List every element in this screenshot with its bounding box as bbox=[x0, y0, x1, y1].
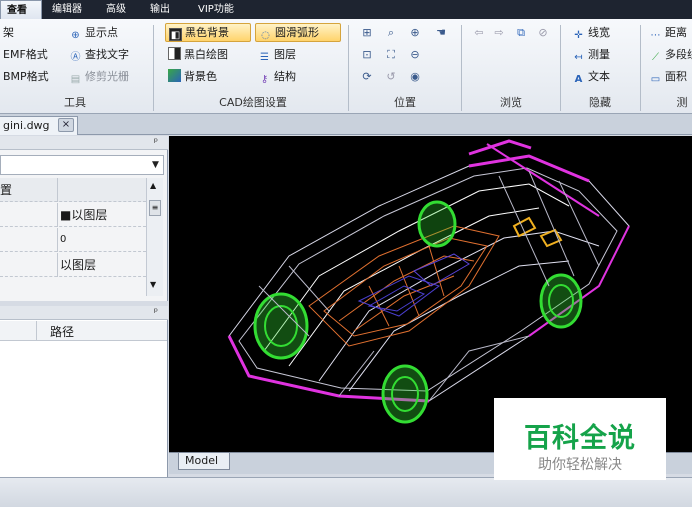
files-column-header: 路径 bbox=[0, 321, 167, 341]
properties-header-row: 置 bbox=[0, 178, 146, 202]
background-color-button[interactable]: 背景色 bbox=[165, 67, 220, 86]
close-document-icon[interactable]: × bbox=[58, 118, 74, 132]
structure-button[interactable]: ⚷ 结构 bbox=[255, 67, 299, 86]
column-divider bbox=[36, 321, 37, 341]
layers-icon: ☰ bbox=[260, 52, 269, 63]
property-name-cell bbox=[0, 228, 58, 252]
files-panel: ᵖ 路径 bbox=[0, 306, 168, 477]
polyline-icon: ⟋ bbox=[652, 52, 659, 63]
watermark-title: 百科全说 bbox=[524, 423, 636, 454]
distance-button[interactable]: ⋯ 距离 bbox=[646, 23, 690, 42]
scrollbar-thumb[interactable]: ≡ bbox=[149, 200, 161, 216]
document-tab-label: gini.dwg bbox=[3, 119, 50, 132]
watermark: 百科全说 助你轻松解决 bbox=[494, 398, 666, 480]
find-text-icon: Ⓐ bbox=[70, 52, 81, 63]
raster-icon: ▤ bbox=[70, 74, 81, 85]
tab-viewer[interactable]: 查看器 bbox=[0, 0, 42, 35]
show-points-button[interactable]: ⊕ 显示点 bbox=[66, 23, 121, 42]
zoom-extents-icon[interactable]: ⛶ bbox=[384, 48, 398, 62]
text-icon: A bbox=[574, 74, 583, 85]
hand-icon[interactable]: ☚ bbox=[434, 26, 448, 40]
tab-model[interactable]: Model bbox=[178, 453, 230, 470]
watermark-subtitle: 助你轻松解决 bbox=[538, 457, 622, 473]
polyline-button[interactable]: ⟋多段线 bbox=[646, 45, 692, 64]
close-file-icon[interactable]: ⊘ bbox=[536, 26, 550, 40]
property-value: ■以图层 bbox=[60, 208, 108, 222]
properties-scrollbar[interactable]: ▲ ≡ ▼ bbox=[146, 178, 163, 296]
layers-button[interactable]: ☰ 图层 bbox=[255, 45, 299, 64]
property-row[interactable]: ■以图层 bbox=[0, 203, 146, 227]
group-separator bbox=[560, 25, 561, 111]
group-label-cad-settings: CAD绘图设置 bbox=[219, 96, 287, 109]
scroll-down-icon[interactable]: ▼ bbox=[150, 280, 156, 289]
black-background-icon: ◧ bbox=[169, 28, 182, 41]
property-value: 0 bbox=[60, 234, 67, 245]
property-value: 以图层 bbox=[60, 258, 97, 272]
measure-button[interactable]: ↤ 测量 bbox=[569, 45, 613, 64]
mono-drawing-icon bbox=[168, 47, 181, 60]
group-label-measure: 测 bbox=[676, 96, 688, 109]
group-label-tools: 工具 bbox=[64, 96, 86, 109]
chevron-down-icon[interactable]: ▼ bbox=[148, 156, 163, 174]
column-path[interactable]: 路径 bbox=[50, 323, 74, 340]
group-separator bbox=[461, 25, 462, 111]
zoom-out-icon[interactable]: ⊖ bbox=[408, 48, 422, 62]
distance-icon: ⋯ bbox=[650, 30, 661, 41]
trim-raster-button[interactable]: ▤ 修剪光栅 bbox=[66, 67, 132, 86]
previous-view-icon[interactable]: ↺ bbox=[384, 70, 398, 84]
black-background-button[interactable]: ◧ 黑色背景 bbox=[165, 23, 251, 42]
tab-output[interactable]: 输出 bbox=[144, 0, 176, 19]
property-row[interactable]: 以图层 bbox=[0, 253, 146, 277]
tab-editor[interactable]: 编辑器 bbox=[46, 0, 88, 19]
zoom-window-icon[interactable]: ⌕ bbox=[384, 26, 398, 40]
property-row[interactable]: 0 bbox=[0, 228, 146, 252]
document-tab-strip bbox=[0, 114, 692, 135]
emf-format-button[interactable]: EMF格式 bbox=[0, 45, 51, 64]
pin-icon[interactable]: ᵖ bbox=[154, 306, 158, 320]
fit-icon[interactable]: ⊡ bbox=[360, 48, 374, 62]
property-name-cell bbox=[0, 203, 58, 227]
properties-header-label: 置 bbox=[0, 183, 13, 197]
structure-icon: ⚷ bbox=[260, 74, 269, 85]
ribbon: 架 ⊕ 显示点 EMF格式 Ⓐ 查找文字 BMP格式 ▤ 修剪光栅 工具 ◧ 黑色背景 … bbox=[0, 19, 692, 114]
zoom-in-icon[interactable]: ⊕ bbox=[408, 26, 422, 40]
group-label-hide: 隐藏 bbox=[589, 96, 611, 109]
pan-icon[interactable]: ⊞ bbox=[360, 26, 374, 40]
text-button[interactable]: A 文本 bbox=[569, 67, 613, 86]
lineweight-button[interactable]: ✛ 线宽 bbox=[569, 23, 613, 42]
group-label-browse: 浏览 bbox=[500, 96, 522, 109]
group-separator bbox=[153, 25, 154, 111]
back-arrow-icon[interactable]: ⇦ bbox=[472, 26, 486, 40]
menu-bar: 查看器 编辑器 高级 输出 VIP功能 bbox=[0, 0, 692, 35]
crosshair-icon: ⊕ bbox=[71, 30, 80, 41]
properties-selector[interactable] bbox=[0, 155, 164, 175]
scroll-up-icon[interactable]: ▲ bbox=[150, 181, 156, 190]
area-button[interactable]: ▭ 面积 bbox=[646, 67, 690, 86]
mono-drawing-button[interactable]: 黑白绘图 bbox=[165, 45, 231, 64]
files-panel-titlebar: ᵖ bbox=[0, 306, 168, 320]
properties-header-cell: 置 bbox=[0, 178, 58, 202]
find-text-button[interactable]: Ⓐ 查找文字 bbox=[66, 45, 132, 64]
bmp-format-button[interactable]: BMP格式 bbox=[0, 67, 52, 86]
group-separator bbox=[348, 25, 349, 111]
frame-button[interactable]: 架 bbox=[0, 23, 17, 42]
zoom-realtime-icon[interactable]: ◉ bbox=[408, 70, 422, 84]
group-separator bbox=[640, 25, 641, 111]
tab-vip[interactable]: VIP功能 bbox=[192, 0, 240, 19]
property-name-cell bbox=[0, 253, 58, 277]
background-color-icon bbox=[168, 69, 181, 82]
forward-arrow-icon[interactable]: ⇨ bbox=[492, 26, 506, 40]
pin-icon[interactable]: ᵖ bbox=[154, 136, 158, 150]
status-bar bbox=[0, 477, 692, 507]
measure-icon: ↤ bbox=[574, 52, 583, 63]
group-label-position: 位置 bbox=[394, 96, 416, 109]
tab-advanced[interactable]: 高级 bbox=[100, 0, 132, 19]
smooth-arc-button[interactable]: ◌ 圆滑弧形 bbox=[255, 23, 341, 42]
properties-panel-titlebar: ᵖ bbox=[0, 136, 168, 150]
smooth-arc-icon: ◌ bbox=[261, 30, 270, 41]
open-file-icon[interactable]: ⧉ bbox=[514, 26, 528, 40]
rotate-icon[interactable]: ⟳ bbox=[360, 70, 374, 84]
area-icon: ▭ bbox=[650, 74, 661, 85]
lineweight-icon: ✛ bbox=[574, 30, 583, 41]
